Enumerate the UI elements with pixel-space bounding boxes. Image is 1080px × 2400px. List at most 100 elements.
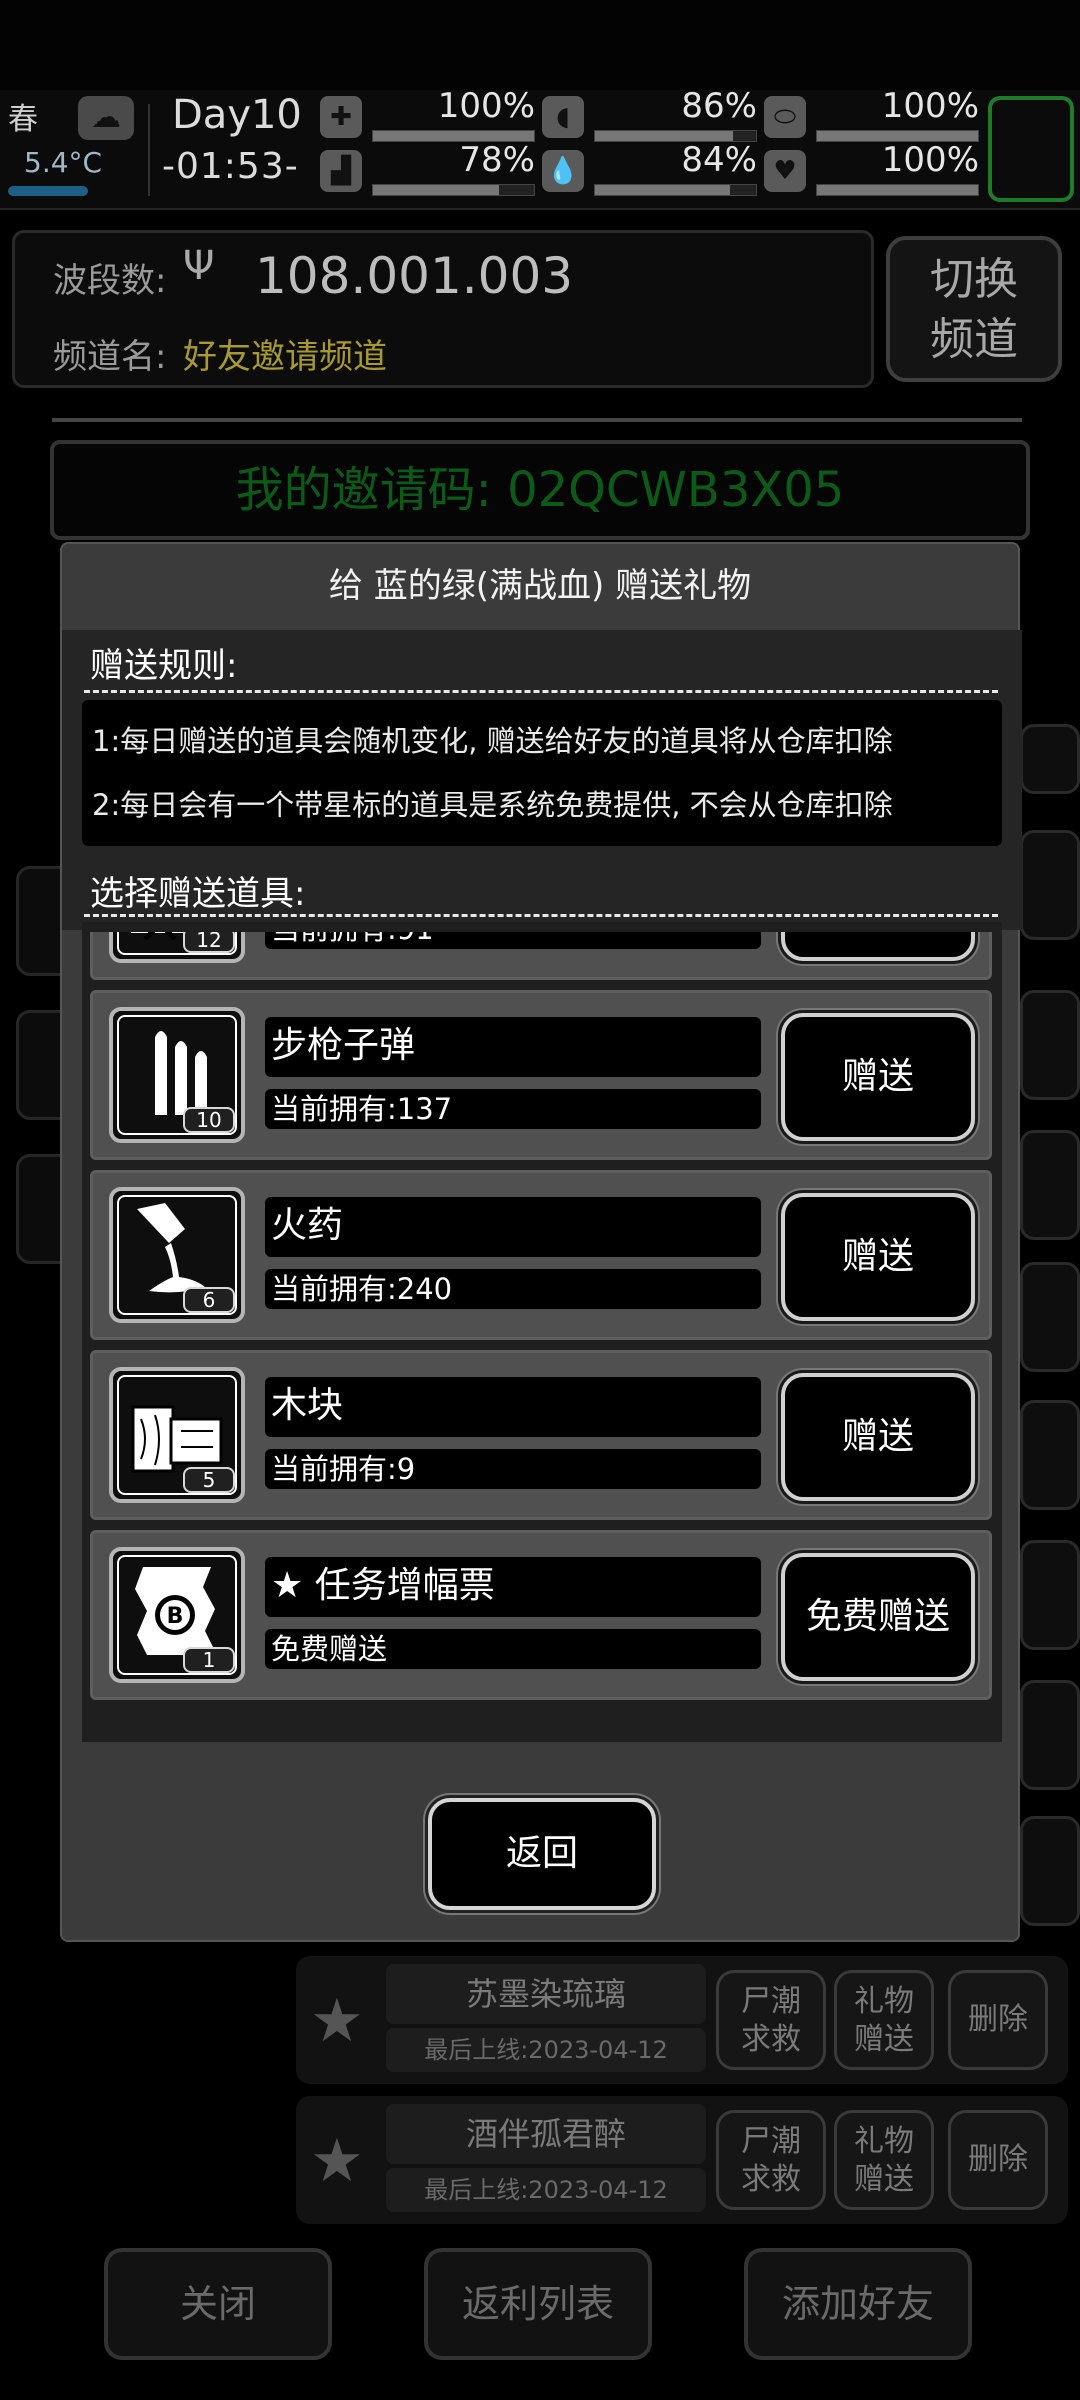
stat-medicine: ⬭ 100% <box>764 86 979 142</box>
stat-medicine-value: 100% <box>881 86 979 126</box>
free-give-button[interactable]: 免费赠送 <box>781 1553 975 1681</box>
water-drop-icon: 💧 <box>542 150 584 192</box>
antenna-icon: Ψ <box>183 243 215 289</box>
stat-mood-value: 100% <box>881 140 979 180</box>
gift-label-2: 赠送 <box>854 2162 914 2197</box>
heart-icon: ♥ <box>764 150 806 192</box>
friend-row-button <box>1020 830 1080 940</box>
zombie-rescue-button[interactable]: 尸潮 求救 <box>716 2110 826 2210</box>
friend-row-button <box>1020 1540 1080 1650</box>
rebate-list-button[interactable]: 返利列表 <box>424 2248 652 2360</box>
pill-icon: ⬭ <box>764 96 806 138</box>
weather-cloud-icon: ☁ <box>78 96 134 140</box>
star-icon[interactable]: ★ <box>310 1986 364 2056</box>
zombie-rescue-label-2: 求救 <box>741 2162 801 2197</box>
delete-friend-button[interactable]: 删除 <box>948 2110 1048 2210</box>
rule-line-2: 2:每日会有一个带星标的道具是系统免费提供, 不会从仓库扣除 <box>92 788 893 822</box>
give-button[interactable]: 赠送 <box>781 1373 975 1501</box>
rule-line-1: 1:每日赠送的道具会随机变化, 赠送给好友的道具将从仓库扣除 <box>92 724 893 758</box>
invite-code-box: 我的邀请码: 02QCWB3X05 <box>50 440 1030 540</box>
stat-stamina: ▟ 78% <box>320 140 535 196</box>
item-name: 木块 <box>265 1377 761 1437</box>
friend-name: 酒伴孤君醉 <box>386 2104 706 2164</box>
stat-hunger: ◖ 86% <box>542 86 757 142</box>
give-button[interactable]: 赠送 <box>781 1193 975 1321</box>
friend-name: 苏墨染琉璃 <box>386 1964 706 2024</box>
item-name: 步枪子弹 <box>265 1017 761 1077</box>
friend-last-online: 最后上线:2023-04-12 <box>386 2028 706 2072</box>
temperature-label: 5.4°C <box>24 146 103 179</box>
section-divider <box>52 418 1022 422</box>
switch-channel-line2: 频道 <box>930 314 1018 365</box>
switch-channel-button[interactable]: 切换 频道 <box>886 236 1062 382</box>
friend-last-online: 最后上线:2023-04-12 <box>386 2168 706 2212</box>
close-button[interactable]: 关闭 <box>104 2248 332 2360</box>
give-button[interactable]: 赠送 <box>781 1013 975 1141</box>
switch-channel-line1: 切换 <box>930 254 1018 305</box>
zombie-rescue-label-1: 尸潮 <box>741 2124 801 2159</box>
stat-thirst-fill <box>595 185 731 195</box>
gift-label-2: 赠送 <box>854 2022 914 2057</box>
item-name: 火药 <box>265 1197 761 1257</box>
stat-thirst-value: 84% <box>681 140 757 180</box>
rules-text-box: 1:每日赠送的道具会随机变化, 赠送给好友的道具将从仓库扣除 2:每日会有一个带… <box>82 700 1002 846</box>
item-owned: 免费赠送 <box>265 1629 761 1669</box>
star-icon[interactable]: ★ <box>310 2126 364 2196</box>
friend-row-button <box>1020 1130 1080 1240</box>
gift-label-1: 礼物 <box>854 2124 914 2159</box>
friend-row-button <box>1020 990 1080 1100</box>
hud-bar: 春 ☁ 5.4°C Day10 -01:53- ✚ 100% ◖ 86% ⬭ 1… <box>0 86 1080 210</box>
radio-panel: 波段数: Ψ 108.001.003 频道名: 好友邀请频道 <box>12 230 874 388</box>
item-owned: 当前拥有:240 <box>265 1269 761 1309</box>
boot-icon: ▟ <box>320 150 362 192</box>
gift-button[interactable]: 礼物 赠送 <box>834 1970 934 2070</box>
hud-divider <box>148 104 150 196</box>
band-label: 波段数: <box>53 261 167 301</box>
friend-row: ★ 苏墨染琉璃 最后上线:2023-04-12 尸潮 求救 礼物 赠送 删除 <box>296 1956 1068 2084</box>
stat-health: ✚ 100% <box>320 86 535 142</box>
select-heading: 选择赠送道具: <box>90 874 306 914</box>
medkit-icon: ✚ <box>320 96 362 138</box>
gift-button[interactable]: 礼物 赠送 <box>834 2110 934 2210</box>
item-name: ★ 任务增幅票 <box>265 1557 761 1617</box>
gift-item-list[interactable]: 12 燃料 当前拥有:91 赠送 10 步枪子弹 当前拥有:137 赠送 <box>82 922 1002 1742</box>
item-quantity: 10 <box>183 1107 235 1133</box>
friend-row: ★ 酒伴孤君醉 最后上线:2023-04-12 尸潮 求救 礼物 赠送 删除 <box>296 2096 1068 2224</box>
list-top-edge <box>82 922 1002 932</box>
dashed-divider <box>84 690 998 693</box>
zombie-rescue-button[interactable]: 尸潮 求救 <box>716 1970 826 2070</box>
stat-mood-fill <box>817 185 978 195</box>
stat-health-value: 100% <box>437 86 535 126</box>
invite-code-text: 我的邀请码: 02QCWB3X05 <box>235 462 845 518</box>
delete-friend-button[interactable]: 删除 <box>948 1970 1048 2070</box>
band-value: 108.001.003 <box>255 247 574 305</box>
gift-item-wood-block: 5 木块 当前拥有:9 赠送 <box>90 1350 992 1520</box>
stomach-icon: ◖ <box>542 96 584 138</box>
rules-heading: 赠送规则: <box>90 646 238 686</box>
svg-text:B: B <box>167 1604 184 1629</box>
friend-row-button <box>1020 1680 1080 1790</box>
stat-stamina-value: 78% <box>459 140 535 180</box>
status-bar <box>0 0 1080 90</box>
friend-row-button <box>1020 1400 1080 1510</box>
gift-item-gunpowder: 6 火药 当前拥有:240 赠送 <box>90 1170 992 1340</box>
item-frame: B 1 <box>109 1547 245 1683</box>
back-button[interactable]: 返回 <box>428 1798 656 1910</box>
stat-stamina-fill <box>373 185 499 195</box>
temperature-bar <box>8 186 88 196</box>
equipment-slot[interactable] <box>988 96 1074 202</box>
gift-dialog: 给 蓝的绿(满战血) 赠送礼物 赠送规则: 1:每日赠送的道具会随机变化, 赠送… <box>60 542 1022 1942</box>
gift-item-task-ticket: B 1 ★ 任务增幅票 免费赠送 免费赠送 <box>90 1530 992 1700</box>
item-owned: 当前拥有:137 <box>265 1089 761 1129</box>
channel-label: 频道名: <box>53 337 167 377</box>
stat-thirst: 💧 84% <box>542 140 757 196</box>
gift-label-1: 礼物 <box>854 1984 914 2019</box>
friend-row-button <box>1020 1816 1080 1926</box>
channel-value: 好友邀请频道 <box>183 337 387 377</box>
zombie-rescue-label-2: 求救 <box>741 2022 801 2057</box>
stat-mood: ♥ 100% <box>764 140 979 196</box>
zombie-rescue-label-1: 尸潮 <box>741 1984 801 2019</box>
season-label: 春 <box>8 102 38 137</box>
rules-section: 赠送规则: 1:每日赠送的道具会随机变化, 赠送给好友的道具将从仓库扣除 2:每… <box>62 630 1022 930</box>
add-friend-button[interactable]: 添加好友 <box>744 2248 972 2360</box>
